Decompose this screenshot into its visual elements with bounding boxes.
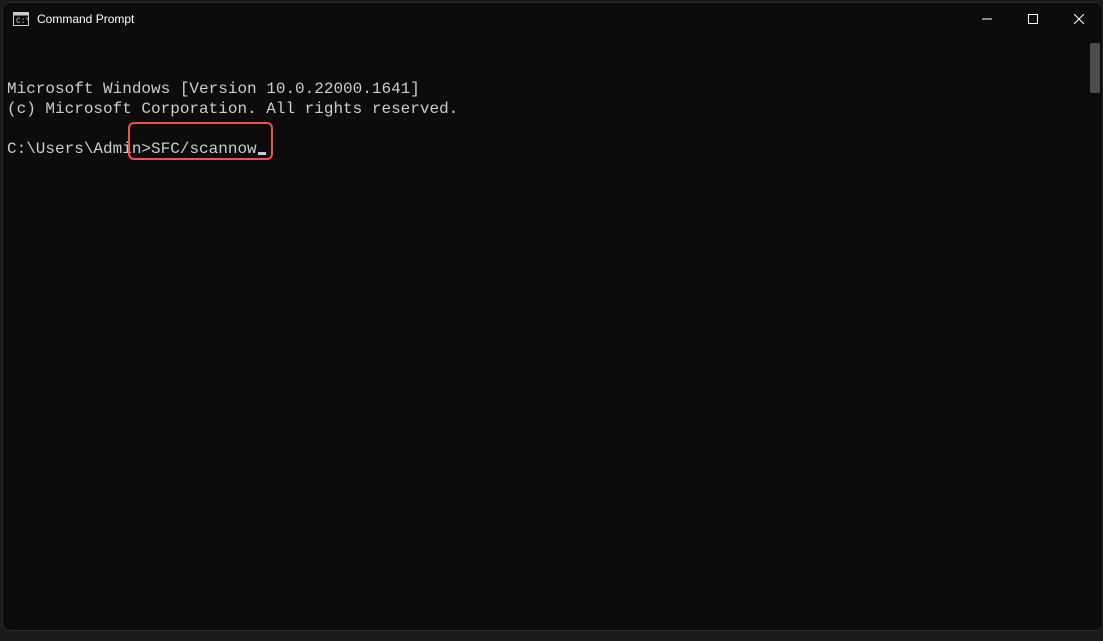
maximize-button[interactable] xyxy=(1010,3,1056,35)
terminal-area[interactable]: Microsoft Windows [Version 10.0.22000.16… xyxy=(3,35,1102,630)
svg-text:C:\: C:\ xyxy=(16,17,29,26)
blank-line xyxy=(7,119,1098,139)
prompt-line: C:\Users\Admin>SFC/scannow xyxy=(7,139,1098,159)
command-prompt-window: C:\ Command Prompt Micro xyxy=(2,2,1103,631)
close-button[interactable] xyxy=(1056,3,1102,35)
window-controls xyxy=(964,3,1102,35)
window-title: Command Prompt xyxy=(37,12,964,26)
titlebar[interactable]: C:\ Command Prompt xyxy=(3,3,1102,35)
vertical-scrollbar[interactable] xyxy=(1090,43,1100,93)
cmd-icon: C:\ xyxy=(13,11,29,27)
version-line: Microsoft Windows [Version 10.0.22000.16… xyxy=(7,79,1098,99)
command-input[interactable]: SFC/scannow xyxy=(151,139,257,159)
cursor xyxy=(258,152,266,155)
copyright-line: (c) Microsoft Corporation. All rights re… xyxy=(7,99,1098,119)
minimize-button[interactable] xyxy=(964,3,1010,35)
prompt-path: C:\Users\Admin> xyxy=(7,139,151,159)
